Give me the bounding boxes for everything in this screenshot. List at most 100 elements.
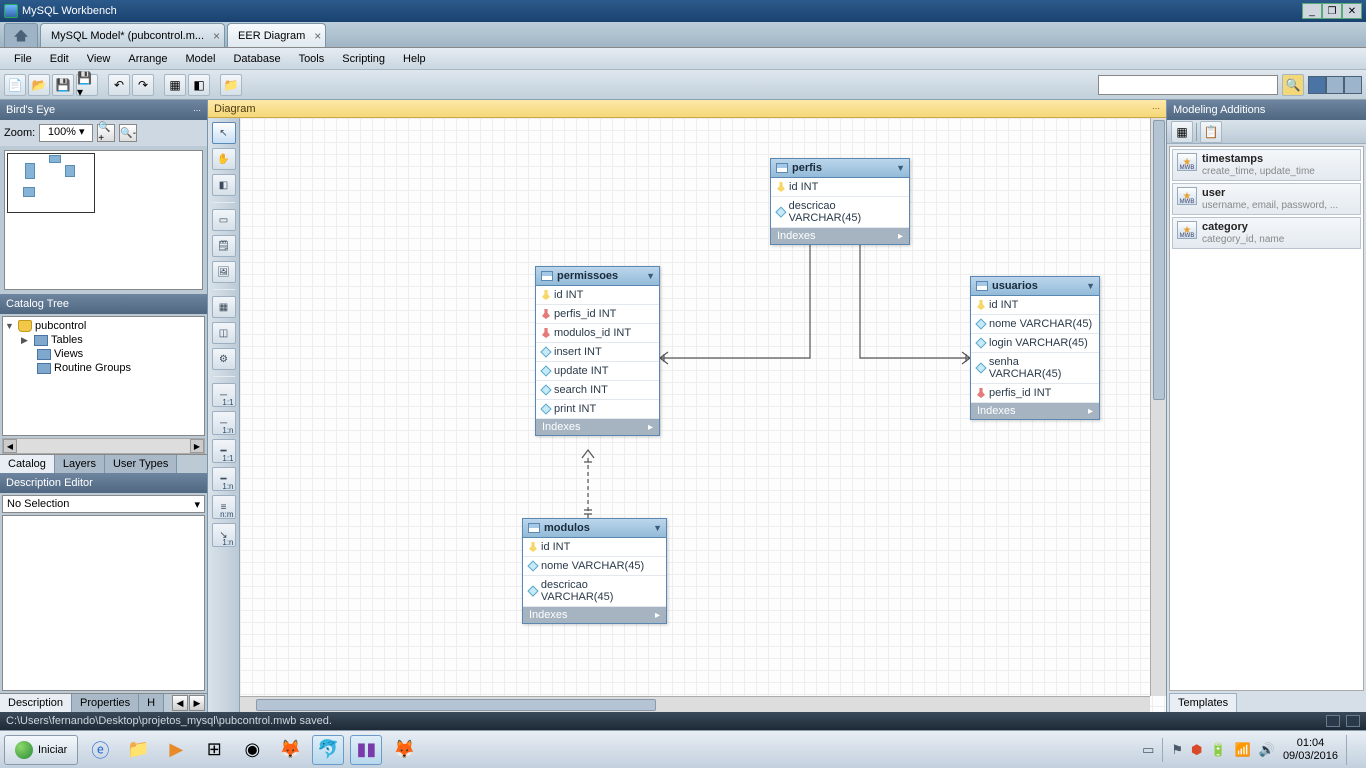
minimize-button[interactable]: _ — [1302, 3, 1322, 19]
chevron-down-icon[interactable]: ▼ — [5, 321, 15, 331]
addition-item-user[interactable]: ★ userusername, email, password, ... — [1172, 183, 1361, 215]
tray-clock[interactable]: 01:04 09/03/2016 — [1283, 737, 1338, 761]
mode-button-3[interactable] — [1344, 76, 1362, 94]
column-row[interactable]: print INT — [536, 400, 659, 419]
hand-tool[interactable]: ✋ — [212, 148, 236, 170]
tab-description[interactable]: Description — [0, 694, 72, 712]
menu-edit[interactable]: Edit — [42, 51, 77, 67]
tab-catalog[interactable]: Catalog — [0, 455, 55, 473]
note-tool[interactable]: 🗒 — [212, 235, 236, 257]
menu-file[interactable]: File — [6, 51, 40, 67]
chevron-down-icon[interactable]: ▼ — [896, 163, 905, 173]
scroll-track[interactable] — [17, 439, 190, 453]
canvas-viewport[interactable]: perfis▼ id INT descricao VARCHAR(45) Ind… — [240, 118, 1166, 712]
addition-new-button[interactable]: ▦ — [1171, 121, 1193, 143]
scrollbar-thumb[interactable] — [256, 699, 656, 711]
mode-button-1[interactable] — [1308, 76, 1326, 94]
search-input[interactable] — [1098, 75, 1278, 95]
taskbar-ie[interactable]: ⓔ — [84, 735, 116, 765]
tree-horizontal-scrollbar[interactable]: ◀ ▶ — [2, 438, 205, 454]
align-button[interactable]: ◧ — [188, 74, 210, 96]
scroll-right-arrow[interactable]: ▶ — [190, 439, 204, 453]
column-row[interactable]: nome VARCHAR(45) — [971, 315, 1099, 334]
taskbar-explorer[interactable]: 📁 — [122, 735, 154, 765]
column-row[interactable]: update INT — [536, 362, 659, 381]
home-tab[interactable] — [4, 23, 38, 47]
menu-model[interactable]: Model — [178, 51, 224, 67]
tab-mysql-model[interactable]: MySQL Model* (pubcontrol.m... × — [40, 23, 225, 47]
close-button[interactable]: ✕ — [1342, 3, 1362, 19]
taskbar-media-player[interactable]: ▶ — [160, 735, 192, 765]
tab-nav-left[interactable]: ◀ — [172, 695, 188, 711]
tree-views[interactable]: Views — [5, 347, 202, 361]
entity-footer[interactable]: Indexes▸ — [771, 228, 909, 244]
column-row[interactable]: id INT — [971, 296, 1099, 315]
mode-button-2[interactable] — [1326, 76, 1344, 94]
panel-menu-icon[interactable]: ⋯ — [193, 106, 201, 115]
pointer-tool[interactable]: ↖ — [212, 122, 236, 144]
taskbar-chrome[interactable]: ◉ — [236, 735, 268, 765]
image-tool[interactable]: 🖼 — [212, 261, 236, 283]
undo-button[interactable]: ↶ — [108, 74, 130, 96]
addition-item-timestamps[interactable]: ★ timestampscreate_time, update_time — [1172, 149, 1361, 181]
column-row[interactable]: nome VARCHAR(45) — [523, 557, 666, 576]
taskbar-apps[interactable]: ⊞ — [198, 735, 230, 765]
menu-scripting[interactable]: Scripting — [334, 51, 393, 67]
zoom-out-button[interactable]: 🔍- — [119, 124, 137, 142]
relation-1-n-pick-tool[interactable]: ↘1:n — [212, 523, 236, 547]
redo-button[interactable]: ↷ — [132, 74, 154, 96]
column-row[interactable]: insert INT — [536, 343, 659, 362]
chevron-right-icon[interactable]: ▶ — [21, 335, 31, 346]
entity-permissoes[interactable]: permissoes▼ id INT perfis_id INT modulos… — [535, 266, 660, 436]
tray-action-center-icon[interactable]: ▭ — [1142, 742, 1154, 758]
column-row[interactable]: senha VARCHAR(45) — [971, 353, 1099, 384]
chevron-down-icon[interactable]: ▼ — [646, 271, 655, 281]
description-textarea[interactable] — [2, 515, 205, 691]
relation-1-1-id-tool[interactable]: ━1:1 — [212, 439, 236, 463]
taskbar-mysql-workbench[interactable]: 🐬 — [312, 735, 344, 765]
tray-shield-icon[interactable]: ⬢ — [1191, 742, 1202, 758]
column-row[interactable]: descricao VARCHAR(45) — [523, 576, 666, 607]
tray-flag-icon[interactable]: ⚑ — [1171, 742, 1183, 758]
zoom-in-button[interactable]: 🔍+ — [97, 124, 115, 142]
vertical-scrollbar[interactable] — [1150, 118, 1166, 696]
status-icon[interactable] — [1326, 715, 1340, 727]
relation-1-n-id-tool[interactable]: ━1:n — [212, 467, 236, 491]
tray-battery-icon[interactable]: 🔋 — [1210, 742, 1226, 758]
relation-1-n-nonid-tool[interactable]: ─1:n — [212, 411, 236, 435]
grid-button[interactable]: ▦ — [164, 74, 186, 96]
menu-database[interactable]: Database — [225, 51, 288, 67]
menu-arrange[interactable]: Arrange — [120, 51, 175, 67]
tray-volume-icon[interactable]: 🔊 — [1259, 742, 1275, 758]
addition-template-button[interactable]: 📋 — [1200, 121, 1222, 143]
zoom-select[interactable]: 100% ▾ — [39, 124, 93, 142]
entity-footer[interactable]: Indexes▸ — [971, 403, 1099, 419]
relation-1-1-nonid-tool[interactable]: ─1:1 — [212, 383, 236, 407]
column-row[interactable]: modulos_id INT — [536, 324, 659, 343]
catalog-tree[interactable]: ▼pubcontrol ▶Tables Views Routine Groups — [2, 316, 205, 436]
tab-templates[interactable]: Templates — [1169, 693, 1237, 712]
entity-perfis[interactable]: perfis▼ id INT descricao VARCHAR(45) Ind… — [770, 158, 910, 245]
menu-tools[interactable]: Tools — [291, 51, 333, 67]
addition-item-category[interactable]: ★ categorycategory_id, name — [1172, 217, 1361, 249]
layer-tool[interactable]: ▭ — [212, 209, 236, 231]
column-row[interactable]: id INT — [771, 178, 909, 197]
chevron-down-icon[interactable]: ▼ — [653, 523, 662, 533]
tab-nav-right[interactable]: ▶ — [189, 695, 205, 711]
new-file-button[interactable]: 📄 — [4, 74, 26, 96]
tree-routine-groups[interactable]: Routine Groups — [5, 361, 202, 375]
close-icon[interactable]: × — [314, 29, 321, 43]
tab-eer-diagram[interactable]: EER Diagram × — [227, 23, 326, 47]
start-button[interactable]: Iniciar — [4, 735, 78, 765]
taskbar-firefox-2[interactable]: 🦊 — [388, 735, 420, 765]
column-row[interactable]: login VARCHAR(45) — [971, 334, 1099, 353]
export-button[interactable]: 📁 — [220, 74, 242, 96]
tree-schema[interactable]: ▼pubcontrol — [5, 319, 202, 333]
entity-modulos[interactable]: modulos▼ id INT nome VARCHAR(45) descric… — [522, 518, 667, 624]
entity-footer[interactable]: Indexes▸ — [536, 419, 659, 435]
description-target-select[interactable]: No Selection ▾ — [2, 495, 205, 513]
save-as-button[interactable]: 💾▾ — [76, 74, 98, 96]
column-row[interactable]: perfis_id INT — [971, 384, 1099, 403]
scrollbar-thumb[interactable] — [1153, 120, 1165, 400]
eraser-tool[interactable]: ◧ — [212, 174, 236, 196]
